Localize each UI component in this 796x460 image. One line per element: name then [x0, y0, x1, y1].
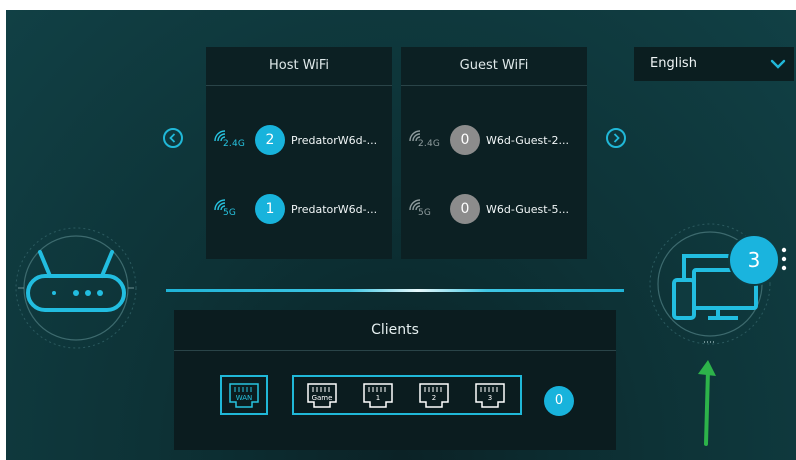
wifi-icon: 2.4G: [408, 127, 442, 153]
port-label: WAN: [235, 394, 253, 402]
router-status-button[interactable]: [12, 224, 140, 352]
chevron-down-icon: [770, 58, 786, 74]
clients-panel: Clients WAN Game 1 2 3 0: [174, 310, 616, 450]
band-label: 2.4G: [223, 139, 246, 149]
ssid-label: PredatorW6d-...: [291, 133, 378, 147]
port-label: 2: [431, 394, 437, 402]
kebab-menu-icon[interactable]: [780, 246, 788, 272]
lan-ports-group: Game 1 2 3: [292, 375, 522, 415]
guest-wifi-network-5g[interactable]: 5G 0 W6d-Guest-5...: [401, 192, 569, 226]
dashboard: English Host WiFi 2.4G 2 PredatorW6d-...…: [6, 10, 796, 460]
language-selected: English: [650, 56, 697, 71]
ssid-label: W6d-Guest-5...: [486, 202, 569, 216]
ethernet-port-icon: WAN: [226, 380, 262, 410]
host-wifi-network-5g[interactable]: 5G 1 PredatorW6d-...: [206, 192, 377, 226]
port-label: 3: [487, 394, 493, 402]
port-label: Game: [311, 394, 333, 402]
band-label: 5G: [418, 208, 432, 218]
guest-wifi-network-24g[interactable]: 2.4G 0 W6d-Guest-2...: [401, 123, 569, 157]
host-wifi-title: Host WiFi: [206, 47, 392, 86]
ssid-label: PredatorW6d-...: [291, 202, 378, 216]
chevron-right-icon: [613, 133, 620, 143]
wifi-icon: 5G: [408, 196, 442, 222]
device-count-badge: 0: [450, 194, 480, 224]
host-wifi-panel: Host WiFi 2.4G 2 PredatorW6d-... 5G 1 Pr…: [206, 47, 392, 259]
guest-wifi-title: Guest WiFi: [401, 47, 587, 86]
connected-devices-badge[interactable]: 3: [728, 234, 780, 286]
lan-port-3[interactable]: 3: [472, 380, 508, 410]
language-dropdown[interactable]: English: [634, 47, 794, 81]
lan-port-2[interactable]: 2: [416, 380, 452, 410]
device-count-badge: 2: [255, 125, 285, 155]
prev-arrow-button[interactable]: [163, 128, 183, 148]
device-count-badge: 0: [450, 125, 480, 155]
guest-wifi-panel: Guest WiFi 2.4G 0 W6d-Guest-2... 5G 0 W6…: [401, 47, 587, 259]
ssid-label: W6d-Guest-2...: [486, 133, 569, 147]
lan-port-game[interactable]: Game: [304, 380, 340, 410]
lan-port-1[interactable]: 1: [360, 380, 396, 410]
annotation-arrow-icon: [698, 360, 716, 446]
wired-client-count-badge[interactable]: 0: [544, 386, 574, 416]
device-count-badge: 1: [255, 194, 285, 224]
chevron-left-icon: [169, 133, 176, 143]
next-arrow-button[interactable]: [606, 128, 626, 148]
host-wifi-network-24g[interactable]: 2.4G 2 PredatorW6d-...: [206, 123, 377, 157]
clients-title: Clients: [174, 310, 616, 351]
band-label: 5G: [223, 208, 237, 218]
wifi-icon: 2.4G: [213, 127, 247, 153]
port-label: 1: [375, 394, 381, 402]
band-label: 2.4G: [418, 139, 441, 149]
wan-port[interactable]: WAN: [220, 375, 268, 415]
wifi-icon: 5G: [213, 196, 247, 222]
connection-line: [166, 289, 624, 292]
router-icon: [15, 227, 137, 349]
